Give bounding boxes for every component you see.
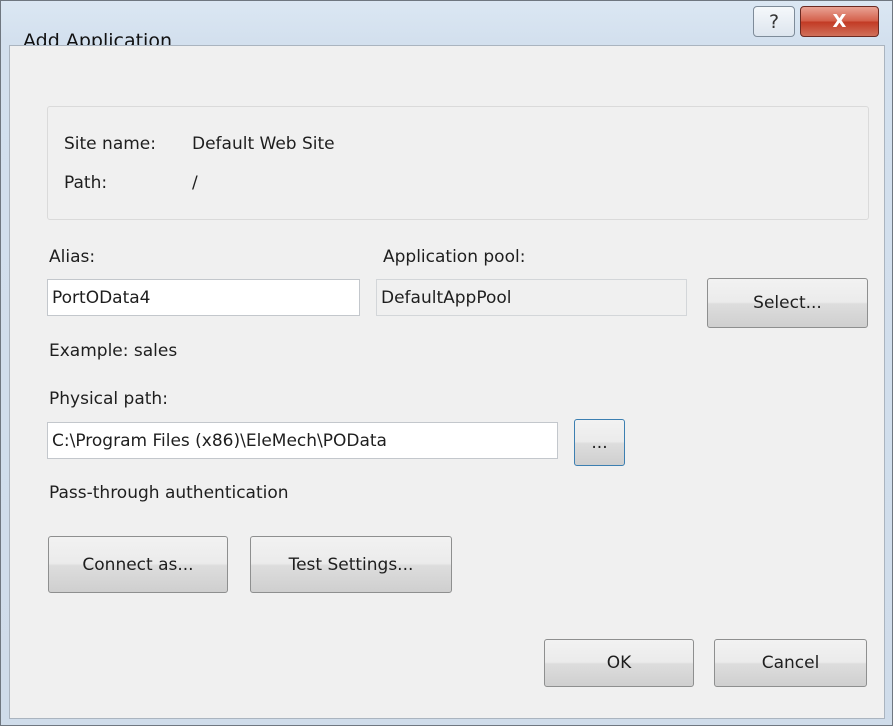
browse-button[interactable]: ...	[574, 419, 625, 466]
ellipsis-icon: ...	[591, 432, 608, 453]
dialog-body: Site name: Default Web Site Path: / Alia…	[9, 45, 885, 719]
physical-path-label: Physical path:	[49, 389, 168, 409]
site-name-label: Site name:	[64, 134, 156, 154]
application-pool-label: Application pool:	[383, 247, 526, 267]
title-bar: Add Application ? X	[1, 1, 892, 52]
alias-example-text: Example: sales	[49, 341, 178, 361]
path-label: Path:	[64, 173, 108, 193]
close-button[interactable]: X	[800, 6, 879, 37]
ok-button[interactable]: OK	[544, 639, 694, 687]
help-icon: ?	[768, 10, 780, 33]
path-value: /	[192, 173, 198, 193]
connect-as-label: Connect as...	[82, 554, 194, 575]
alias-input[interactable]	[47, 279, 360, 316]
alias-label: Alias:	[49, 247, 96, 267]
test-settings-label: Test Settings...	[288, 554, 414, 575]
application-pool-field	[376, 279, 687, 316]
add-application-dialog: Add Application ? X Site name: Default W…	[0, 0, 893, 726]
test-settings-button[interactable]: Test Settings...	[250, 536, 452, 593]
select-button-label: Select...	[753, 293, 822, 313]
site-info-group: Site name: Default Web Site Path: /	[47, 106, 869, 220]
cancel-button[interactable]: Cancel	[714, 639, 867, 687]
close-icon: X	[832, 11, 847, 32]
site-name-value: Default Web Site	[192, 134, 335, 154]
select-app-pool-button[interactable]: Select...	[707, 278, 868, 328]
pass-through-auth-label: Pass-through authentication	[49, 483, 289, 503]
connect-as-button[interactable]: Connect as...	[48, 536, 228, 593]
ok-label: OK	[606, 653, 632, 673]
physical-path-input[interactable]	[47, 422, 558, 459]
cancel-label: Cancel	[761, 653, 820, 673]
help-button[interactable]: ?	[753, 6, 795, 37]
